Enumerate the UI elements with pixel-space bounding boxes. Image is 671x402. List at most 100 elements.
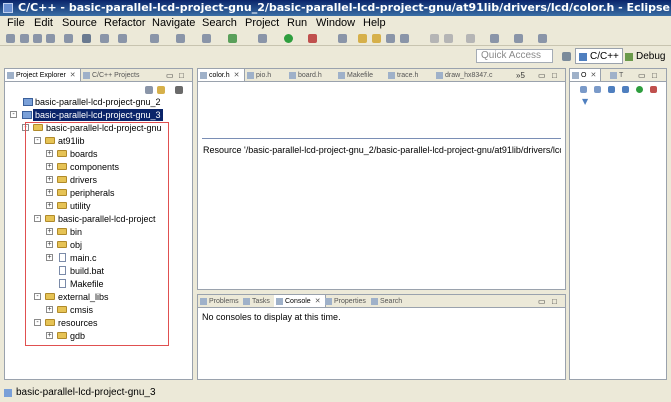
run-icon[interactable]: [284, 34, 293, 43]
link-editor-icon[interactable]: [157, 86, 165, 94]
close-icon[interactable]: ✕: [70, 72, 76, 79]
tab-cpp-projects[interactable]: C/C++ Projects: [81, 69, 139, 81]
open-folder-icon[interactable]: [372, 34, 381, 43]
last-edit-icon[interactable]: [466, 34, 475, 43]
build-icon[interactable]: [64, 34, 73, 43]
menu-edit[interactable]: Edit: [34, 16, 53, 31]
new-project-icon[interactable]: [150, 34, 159, 43]
annotation-next-icon[interactable]: [430, 34, 439, 43]
minimize-icon[interactable]: ▭: [166, 69, 174, 81]
maximize-icon[interactable]: □: [179, 69, 184, 81]
tab-overflow[interactable]: »5: [516, 69, 525, 81]
tab-search[interactable]: Search: [369, 295, 402, 307]
menu-bar: File Edit Source Refactor Navigate Searc…: [0, 16, 671, 31]
tab-console[interactable]: Console ✕: [274, 295, 326, 307]
outline-panel: O ✕ T ▭ □ ▼: [569, 68, 667, 380]
tab-problems[interactable]: Problems: [198, 295, 239, 307]
tab-outline[interactable]: O ✕: [570, 69, 602, 81]
tab-project-explorer[interactable]: Project Explorer ✕: [5, 69, 81, 81]
minimize-icon[interactable]: ▭: [638, 69, 646, 81]
main-toolbar: [0, 31, 671, 46]
header-file-icon: [247, 72, 254, 79]
c-file-icon: [436, 72, 443, 79]
tab-trace-h[interactable]: trace.h: [386, 69, 418, 81]
menu-source[interactable]: Source: [62, 16, 97, 31]
perspective-cpp[interactable]: C/C++: [575, 48, 623, 64]
build-target-icon[interactable]: [118, 34, 127, 43]
menu-search[interactable]: Search: [202, 16, 237, 31]
minimize-icon[interactable]: ▭: [538, 69, 546, 81]
back-icon[interactable]: [490, 34, 499, 43]
new-file-icon[interactable]: [202, 34, 211, 43]
perspective-bar: Quick Access C/C++ Debug: [0, 47, 671, 65]
save-icon[interactable]: [20, 34, 29, 43]
perspective-debug[interactable]: Debug: [621, 48, 669, 64]
hide-static-icon[interactable]: [622, 86, 629, 93]
tab-pio-h[interactable]: pio.h: [245, 69, 271, 81]
console-message: No consoles to display at this time.: [202, 312, 341, 322]
new-icon[interactable]: [6, 34, 15, 43]
menu-navigate[interactable]: Navigate: [152, 16, 195, 31]
debug-config-icon[interactable]: [258, 34, 267, 43]
mark-occurrences-icon[interactable]: [400, 34, 409, 43]
refresh-icon[interactable]: [228, 34, 237, 43]
annotation-prev-icon[interactable]: [444, 34, 453, 43]
title-bar: C/C++ - basic-parallel-lcd-project-gnu_2…: [0, 0, 671, 16]
view-menu-icon[interactable]: [175, 86, 183, 94]
tab-board-h[interactable]: board.h: [287, 69, 322, 81]
properties-icon: [325, 298, 332, 305]
project-icon: [22, 111, 32, 119]
tab-color-h[interactable]: color.h ✕: [198, 69, 245, 81]
menu-file[interactable]: File: [7, 16, 25, 31]
debug-bug-icon: [625, 53, 633, 61]
pin-icon[interactable]: [538, 34, 547, 43]
collapse-all-icon[interactable]: [145, 86, 153, 94]
hide-fields-icon[interactable]: [608, 86, 615, 93]
menu-help[interactable]: Help: [363, 16, 386, 31]
problems-icon: [200, 298, 207, 305]
tab-makefile[interactable]: Makefile: [336, 69, 373, 81]
open-type-icon[interactable]: [358, 34, 367, 43]
external-tools-icon[interactable]: [308, 34, 317, 43]
filter-icon[interactable]: [594, 86, 601, 93]
group-icon[interactable]: [650, 86, 657, 93]
save-all-icon[interactable]: [33, 34, 42, 43]
header-file-icon: [200, 72, 207, 79]
print-icon[interactable]: [46, 34, 55, 43]
menu-project[interactable]: Project: [245, 16, 279, 31]
open-perspective-icon[interactable]: [562, 52, 571, 61]
tab-draw-hx8347-c[interactable]: draw_hx8347.c: [434, 69, 492, 81]
tasks-icon: [243, 298, 250, 305]
view-menu-icon[interactable]: ▼: [582, 95, 588, 108]
eclipse-app-icon: [3, 3, 13, 13]
highlight-box: [25, 122, 169, 346]
tab-tasks[interactable]: Tasks: [241, 295, 270, 307]
status-bar: basic-parallel-lcd-project-gnu_3: [0, 384, 671, 402]
maximize-icon[interactable]: □: [552, 69, 557, 81]
menu-refactor[interactable]: Refactor: [104, 16, 146, 31]
new-class-icon[interactable]: [176, 34, 185, 43]
collapse-toggle-icon[interactable]: -: [10, 111, 17, 118]
close-icon[interactable]: ✕: [590, 72, 596, 79]
forward-icon[interactable]: [514, 34, 523, 43]
maximize-icon[interactable]: □: [652, 69, 657, 81]
search-icon[interactable]: [386, 34, 395, 43]
close-icon[interactable]: ✕: [234, 72, 240, 79]
sort-icon[interactable]: [580, 86, 587, 93]
hide-nonpublic-icon[interactable]: [636, 86, 643, 93]
tab-type[interactable]: T: [608, 69, 623, 81]
type-icon: [610, 72, 617, 79]
quick-access-input[interactable]: Quick Access: [476, 49, 553, 63]
console-icon: [276, 298, 283, 305]
project-icon: [4, 389, 12, 397]
menu-run[interactable]: Run: [287, 16, 307, 31]
clean-icon[interactable]: [100, 34, 109, 43]
gear-icon[interactable]: [82, 34, 91, 43]
menu-window[interactable]: Window: [316, 16, 355, 31]
maximize-icon[interactable]: □: [552, 295, 557, 307]
minimize-icon[interactable]: ▭: [538, 295, 546, 307]
tab-properties[interactable]: Properties: [323, 295, 366, 307]
close-icon[interactable]: ✕: [315, 298, 321, 305]
pen-icon[interactable]: [338, 34, 347, 43]
header-file-icon: [388, 72, 395, 79]
